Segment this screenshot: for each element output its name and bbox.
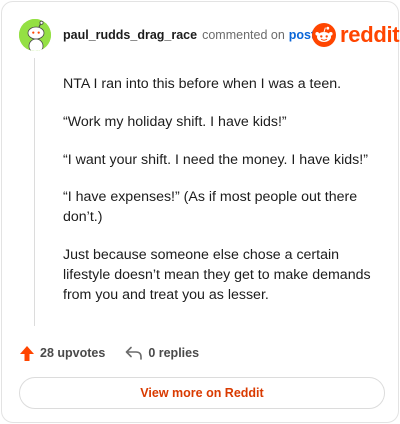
comment-action-text: commented on: [202, 28, 285, 42]
comment-paragraph: Just because someone else chose a certai…: [63, 246, 371, 303]
reddit-logo[interactable]: reddit: [312, 21, 400, 49]
upvote-arrow-icon: [20, 345, 34, 361]
user-avatar[interactable]: [19, 19, 51, 51]
upvote-button[interactable]: 28 upvotes: [19, 345, 105, 362]
comment-paragraph: “I want your shift. I need the money. I …: [63, 151, 368, 168]
upvote-count: 28 upvotes: [40, 346, 106, 360]
thread-line: [34, 58, 35, 326]
comment-paragraph: NTA I ran into this before when I was a …: [63, 76, 342, 92]
username[interactable]: paul_rudds_drag_race: [63, 28, 197, 42]
snoo-avatar-icon: [19, 19, 51, 51]
reply-button[interactable]: 0 replies: [125, 346, 199, 360]
reddit-snoo-icon: [312, 23, 336, 47]
comment-paragraph: “I have expenses!” (As if most people ou…: [63, 189, 358, 226]
comment-paragraph: “Work my holiday shift. I have kids!”: [63, 113, 287, 130]
comment-header: paul_rudds_drag_race commented on post: [63, 27, 315, 43]
comment-actions: 28 upvotes 0 replies: [19, 344, 199, 362]
comment-body: NTA I ran into this before when I was a …: [63, 75, 381, 323]
reddit-comment-embed: paul_rudds_drag_race commented on post r…: [1, 1, 400, 423]
reddit-wordmark: reddit: [340, 22, 400, 47]
reply-arrow-icon: [126, 346, 143, 360]
reply-count: 0 replies: [148, 346, 200, 360]
view-more-on-reddit-button[interactable]: View more on Reddit: [19, 377, 385, 409]
